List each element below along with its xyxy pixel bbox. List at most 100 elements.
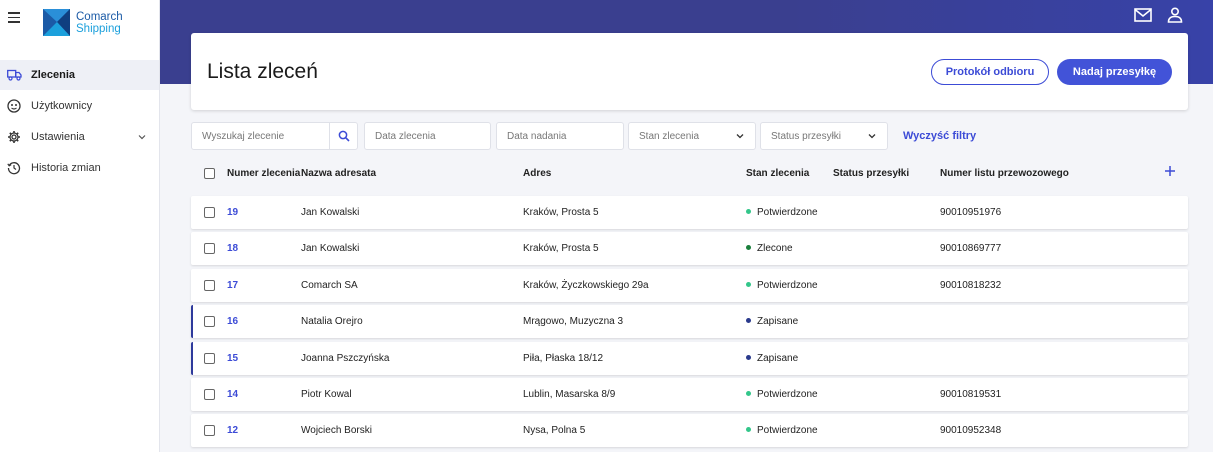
status-dot-icon [746, 390, 751, 396]
column-header[interactable]: Numer zlecenia [227, 168, 300, 179]
recipient-name: Wojciech Borski [301, 425, 372, 436]
address: Kraków, Prosta 5 [523, 207, 599, 218]
table-row[interactable]: 15 Joanna Pszczyńska Piła, Płaska 18/12 Zap… [191, 342, 1188, 375]
order-state: Zapisane [746, 353, 798, 364]
sidebar-item-historia-zmian[interactable]: Historia zmian [0, 153, 159, 183]
address: Nysa, Polna 5 [523, 425, 586, 436]
waybill-number: 90010819531 [940, 389, 1002, 400]
order-state: Zapisane [746, 316, 798, 327]
column-header[interactable]: Stan zlecenia [746, 168, 809, 179]
order-state-select[interactable]: Stan zlecenia [628, 122, 756, 150]
sidebar-item-ustawienia[interactable]: Ustawienia [0, 122, 159, 152]
column-header[interactable]: Numer listu przewozowego [940, 168, 1069, 179]
order-state: Zlecone [746, 243, 793, 254]
order-number-link[interactable]: 18 [227, 243, 238, 254]
address: Kraków, Życzkowskiego 29a [523, 280, 649, 291]
row-checkbox[interactable] [204, 243, 215, 254]
chevron-down-icon[interactable] [137, 132, 147, 142]
sidebar-nav: Zlecenia Użytkownicy Ustawienia Historia… [0, 60, 159, 184]
address: Lublin, Masarska 8/9 [523, 389, 616, 400]
recipient-name: Piotr Kowal [301, 389, 352, 400]
row-checkbox[interactable] [204, 316, 215, 327]
search-icon[interactable] [329, 123, 357, 149]
sidebar-item-label: Historia zmian [31, 162, 101, 174]
sidebar-item-label: Zlecenia [31, 69, 76, 81]
order-date-input[interactable]: Data zlecenia [375, 131, 490, 142]
status-dot-icon [746, 317, 751, 323]
waybill-number: 90010869777 [940, 243, 1002, 254]
chevron-down-icon [736, 134, 744, 139]
user-icon[interactable] [1166, 7, 1184, 23]
comarch-logo-icon [43, 9, 70, 36]
logo[interactable]: Comarch Shipping [43, 9, 123, 36]
waybill-number: 90010952348 [940, 425, 1002, 436]
sidebar-item-label: Użytkownicy [31, 100, 93, 112]
column-header[interactable]: Nazwa adresata [301, 168, 376, 179]
logo-text-line2: Shipping [76, 22, 121, 35]
waybill-number: 90010818232 [940, 280, 1002, 291]
status-dot-icon [746, 354, 751, 360]
menu-icon[interactable] [8, 12, 20, 24]
order-state: Potwierdzone [746, 207, 818, 218]
page-title: Lista zleceń [207, 60, 318, 83]
order-state: Potwierdzone [746, 280, 818, 291]
order-number-link[interactable]: 19 [227, 207, 238, 218]
truck-icon [6, 67, 22, 83]
address: Piła, Płaska 18/12 [523, 353, 604, 364]
mail-icon[interactable] [1134, 7, 1152, 23]
order-number-link[interactable]: 14 [227, 389, 238, 400]
address: Mrągowo, Muzyczna 3 [523, 316, 624, 327]
table-row[interactable]: 17 Comarch SA Kraków, Życzkowskiego 29a Pot… [191, 269, 1188, 302]
order-state-label: Potwierdzone [757, 207, 818, 218]
recipient-name: Comarch SA [301, 280, 358, 291]
recipient-name: Joanna Pszczyńska [301, 353, 390, 364]
column-header[interactable]: Status przesyłki [833, 168, 909, 179]
recipient-name: Natalia Orejro [301, 316, 363, 327]
send-date-input[interactable]: Data nadania [507, 131, 623, 142]
send-shipment-button[interactable]: Nadaj przesyłkę [1057, 59, 1172, 85]
table-row[interactable]: 12 Wojciech Borski Nysa, Polna 5 Potwierdzo… [191, 414, 1188, 447]
sidebar: Comarch Shipping Zlecenia Użytkownicy Us… [0, 0, 160, 452]
clear-filters-link[interactable]: Wyczyść filtry [903, 130, 976, 142]
row-checkbox[interactable] [204, 425, 215, 436]
order-state-label: Zapisane [757, 353, 799, 364]
order-date-field[interactable]: Data zlecenia [364, 122, 491, 150]
order-state: Potwierdzone [746, 389, 818, 400]
order-state-label: Stan zlecenia [639, 130, 700, 142]
sidebar-item-uzytkownicy[interactable]: Użytkownicy [0, 91, 159, 121]
pickup-protocol-button[interactable]: Protokół odbioru [931, 59, 1049, 85]
logo-text-line1: Comarch [76, 10, 123, 23]
column-header[interactable]: Adres [523, 168, 551, 179]
order-number-link[interactable]: 15 [227, 353, 238, 364]
table-header: Numer zlecenia Nazwa adresata Adres Stan… [191, 160, 1188, 186]
row-checkbox[interactable] [204, 207, 215, 218]
table-row[interactable]: 14 Piotr Kowal Lublin, Masarska 8/9 Potwier… [191, 378, 1188, 411]
table-row[interactable]: 18 Jan Kowalski Kraków, Prosta 5 Zlecone 900… [191, 232, 1188, 265]
order-state-label: Potwierdzone [757, 425, 818, 436]
waybill-number: 90010951976 [940, 207, 1002, 218]
add-column-icon[interactable] [1163, 164, 1177, 178]
row-checkbox[interactable] [204, 280, 215, 291]
order-number-link[interactable]: 17 [227, 280, 238, 291]
sidebar-item-zlecenia[interactable]: Zlecenia [0, 60, 159, 90]
status-dot-icon [746, 244, 751, 250]
search-input[interactable]: Wyszukaj zlecenie [202, 131, 329, 142]
page-header: Lista zleceń Protokół odbioru Nadaj prze… [191, 33, 1188, 110]
recipient-name: Jan Kowalski [301, 243, 360, 254]
gear-icon [6, 129, 22, 145]
table-row[interactable]: 16 Natalia Orejro Mrągowo, Muzyczna 3 Zapis… [191, 305, 1188, 338]
sidebar-item-label: Ustawienia [31, 131, 85, 143]
chevron-down-icon [868, 134, 876, 139]
shipment-status-select[interactable]: Status przesyłki [760, 122, 888, 150]
order-state-label: Potwierdzone [757, 280, 818, 291]
order-state: Potwierdzone [746, 425, 818, 436]
order-number-link[interactable]: 12 [227, 425, 238, 436]
row-checkbox[interactable] [204, 389, 215, 400]
table-row[interactable]: 19 Jan Kowalski Kraków, Prosta 5 Potwierdzo… [191, 196, 1188, 229]
search-field[interactable]: Wyszukaj zlecenie [191, 122, 358, 150]
send-date-field[interactable]: Data nadania [496, 122, 624, 150]
status-dot-icon [746, 281, 751, 287]
select-all-checkbox[interactable] [204, 168, 215, 179]
row-checkbox[interactable] [204, 353, 215, 364]
order-number-link[interactable]: 16 [227, 316, 238, 327]
